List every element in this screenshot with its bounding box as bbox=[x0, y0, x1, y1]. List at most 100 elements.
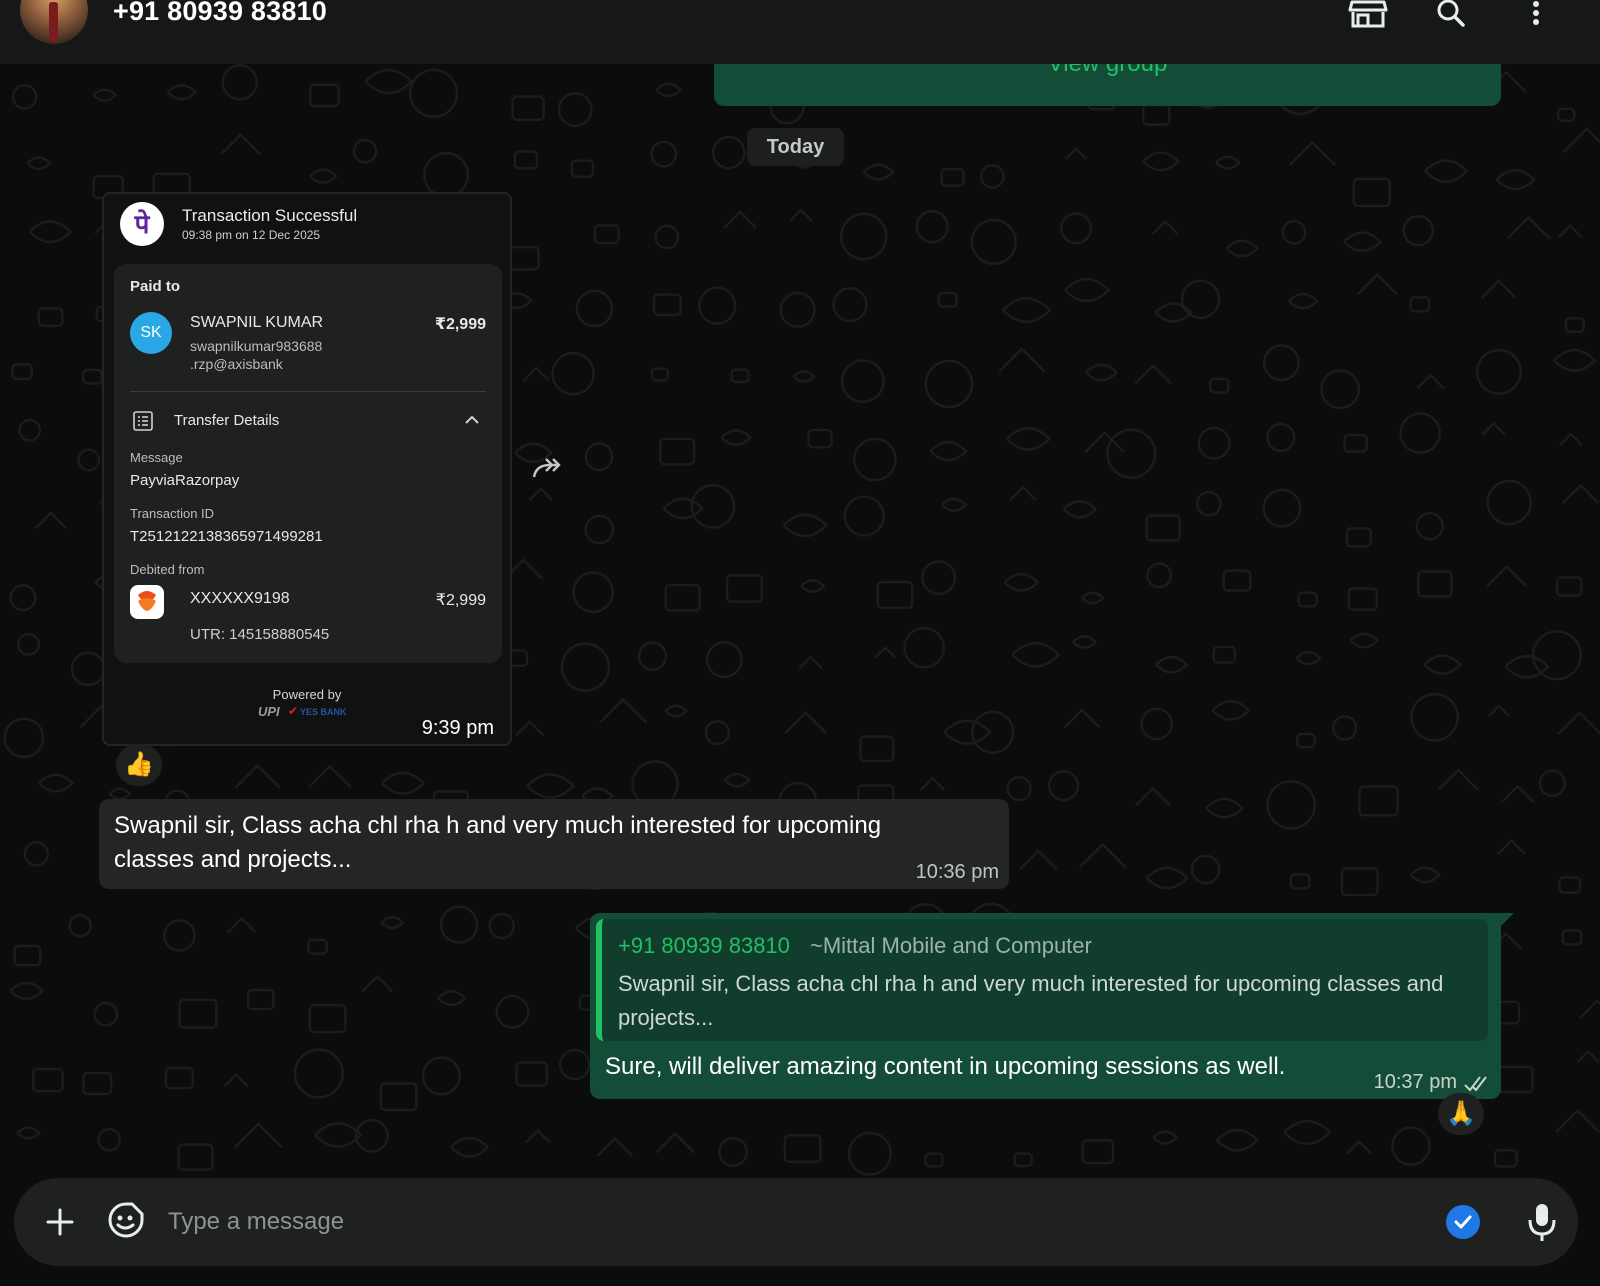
payment-screenshot-message[interactable]: पे Transaction Successful 09:38 pm on 12… bbox=[102, 192, 512, 746]
view-group-banner[interactable]: View group bbox=[714, 64, 1501, 106]
quoted-message[interactable]: +91 80939 83810 ~Mittal Mobile and Compu… bbox=[596, 919, 1488, 1041]
wallpaper-doodle bbox=[1006, 775, 1032, 802]
wallpaper-doodle bbox=[779, 291, 816, 328]
payee-vpa-line2: .rzp@axisbank bbox=[190, 356, 283, 372]
wallpaper-doodle bbox=[1142, 151, 1180, 172]
wallpaper-doodle bbox=[1553, 348, 1597, 372]
folded-hands-reaction[interactable]: 🙏 bbox=[1438, 1093, 1484, 1135]
message-input[interactable] bbox=[168, 1196, 1398, 1248]
wallpaper-doodle bbox=[421, 1056, 461, 1096]
wallpaper-doodle bbox=[17, 632, 41, 656]
chevron-up-icon bbox=[465, 415, 479, 424]
store-icon[interactable] bbox=[1348, 0, 1388, 30]
wallpaper-doodle bbox=[380, 915, 405, 930]
wallpaper-doodle bbox=[70, 651, 106, 687]
wallpaper-doodle bbox=[1424, 159, 1469, 183]
wallpaper-doodle bbox=[379, 1082, 418, 1112]
wallpaper-doodle bbox=[1195, 490, 1222, 517]
thumbs-up-reaction[interactable]: 👍 bbox=[116, 744, 162, 786]
wallpaper-doodle bbox=[843, 495, 885, 537]
wallpaper-doodle bbox=[596, 1136, 634, 1157]
contact-avatar[interactable] bbox=[20, 0, 88, 44]
wallpaper-doodle bbox=[792, 370, 816, 383]
wallpaper-doodle bbox=[381, 771, 426, 795]
wallpaper-doodle bbox=[557, 92, 593, 128]
incoming-message-time: 10:36 pm bbox=[915, 861, 999, 883]
view-group-label[interactable]: View group bbox=[714, 64, 1501, 78]
message-time: 9:39 pm bbox=[421, 717, 494, 739]
wallpaper-doodle bbox=[450, 1136, 490, 1158]
wallpaper-doodle bbox=[226, 916, 257, 934]
outgoing-message[interactable]: +91 80939 83810 ~Mittal Mobile and Compu… bbox=[590, 913, 1514, 1099]
wallpaper-doodle bbox=[971, 710, 1015, 754]
wallpaper-doodle bbox=[718, 1136, 749, 1167]
wallpaper-doodle bbox=[77, 448, 101, 472]
wallpaper-doodle bbox=[730, 368, 750, 384]
wallpaper-doodle bbox=[570, 159, 595, 178]
wallpaper-doodle bbox=[1266, 780, 1316, 830]
wallpaper-doodle bbox=[515, 1061, 549, 1087]
debit-account: XXXXXX9198 bbox=[190, 590, 290, 607]
wallpaper-doodle bbox=[1497, 1065, 1534, 1094]
contact-name[interactable]: +91 80939 83810 bbox=[113, 0, 327, 27]
wallpaper-doodle bbox=[807, 428, 833, 449]
wallpaper-doodle bbox=[361, 974, 394, 993]
wallpaper-doodle bbox=[723, 772, 751, 788]
double-check-icon bbox=[1464, 1076, 1487, 1092]
wallpaper-doodle bbox=[782, 513, 828, 538]
wallpaper-doodle bbox=[862, 163, 895, 181]
wallpaper-doodle bbox=[859, 735, 895, 763]
wallpaper-doodle bbox=[1343, 433, 1368, 453]
wallpaper-doodle bbox=[164, 1066, 195, 1090]
wallpaper-doodle bbox=[515, 720, 545, 737]
outgoing-message-time: 10:37 pm bbox=[1373, 1071, 1457, 1093]
wallpaper-doodle bbox=[1343, 231, 1383, 253]
payment-datetime: 09:38 pm on 12 Dec 2025 bbox=[182, 228, 321, 242]
outgoing-message-text: Sure, will deliver amazing content in up… bbox=[605, 1053, 1286, 1080]
wallpaper-doodle bbox=[528, 487, 553, 502]
wallpaper-doodle bbox=[3, 717, 45, 759]
search-icon[interactable] bbox=[1432, 0, 1472, 30]
wallpaper-doodle bbox=[1558, 876, 1582, 894]
wallpaper-doodle bbox=[698, 286, 737, 325]
wallpaper-doodle bbox=[93, 1001, 119, 1027]
wallpaper-doodle bbox=[575, 289, 614, 328]
wallpaper-doodle bbox=[690, 483, 736, 529]
wallpaper-doodle bbox=[507, 246, 540, 271]
microphone-icon[interactable] bbox=[1522, 1200, 1562, 1244]
wallpaper-doodle bbox=[1561, 929, 1583, 946]
wallpaper-doodle bbox=[650, 367, 670, 382]
wallpaper-doodle bbox=[832, 286, 868, 323]
wallpaper-doodle bbox=[306, 938, 328, 955]
upi-yesbank-logo: UPI ✔ YES BANK bbox=[258, 704, 347, 719]
wallpaper-doodle bbox=[1289, 873, 1311, 890]
wallpaper-doodle bbox=[1005, 427, 1052, 451]
wallpaper-doodle bbox=[234, 1122, 283, 1149]
forward-icon[interactable] bbox=[532, 455, 564, 481]
wallpaper-doodle bbox=[1486, 565, 1528, 588]
incoming-message-text: Swapnil sir, Class acha chl rha h and ve… bbox=[114, 812, 882, 873]
wallpaper-doodle bbox=[97, 1128, 122, 1152]
wallpaper-doodle bbox=[1281, 219, 1307, 245]
incoming-message[interactable]: Swapnil sir, Class acha chl rha h and ve… bbox=[99, 799, 1009, 889]
wallpaper-doodle bbox=[1423, 654, 1463, 675]
wallpaper-doodle bbox=[560, 642, 611, 692]
wallpaper-doodle bbox=[1262, 344, 1300, 382]
wallpaper-doodle bbox=[166, 84, 198, 101]
wallpaper-doodle bbox=[82, 1072, 113, 1096]
wallpaper-doodle bbox=[874, 645, 897, 659]
more-vertical-icon[interactable] bbox=[1516, 0, 1556, 30]
sticker-icon[interactable] bbox=[106, 1200, 146, 1240]
wallpaper-doodle bbox=[1506, 215, 1551, 240]
quoted-author: +91 80939 83810 bbox=[618, 933, 790, 958]
wallpaper-doodle bbox=[1002, 297, 1052, 324]
wallpaper-doodle bbox=[246, 988, 275, 1011]
wallpaper-doodle bbox=[1190, 854, 1221, 885]
wallpaper-doodle bbox=[650, 140, 678, 168]
wallpaper-doodle bbox=[352, 138, 378, 164]
wallpaper-doodle bbox=[655, 1131, 696, 1154]
plus-icon[interactable] bbox=[40, 1202, 80, 1242]
wallpaper-doodle bbox=[1197, 426, 1231, 460]
wallpaper-doodle bbox=[1288, 292, 1319, 310]
check-badge-icon[interactable] bbox=[1446, 1205, 1480, 1239]
